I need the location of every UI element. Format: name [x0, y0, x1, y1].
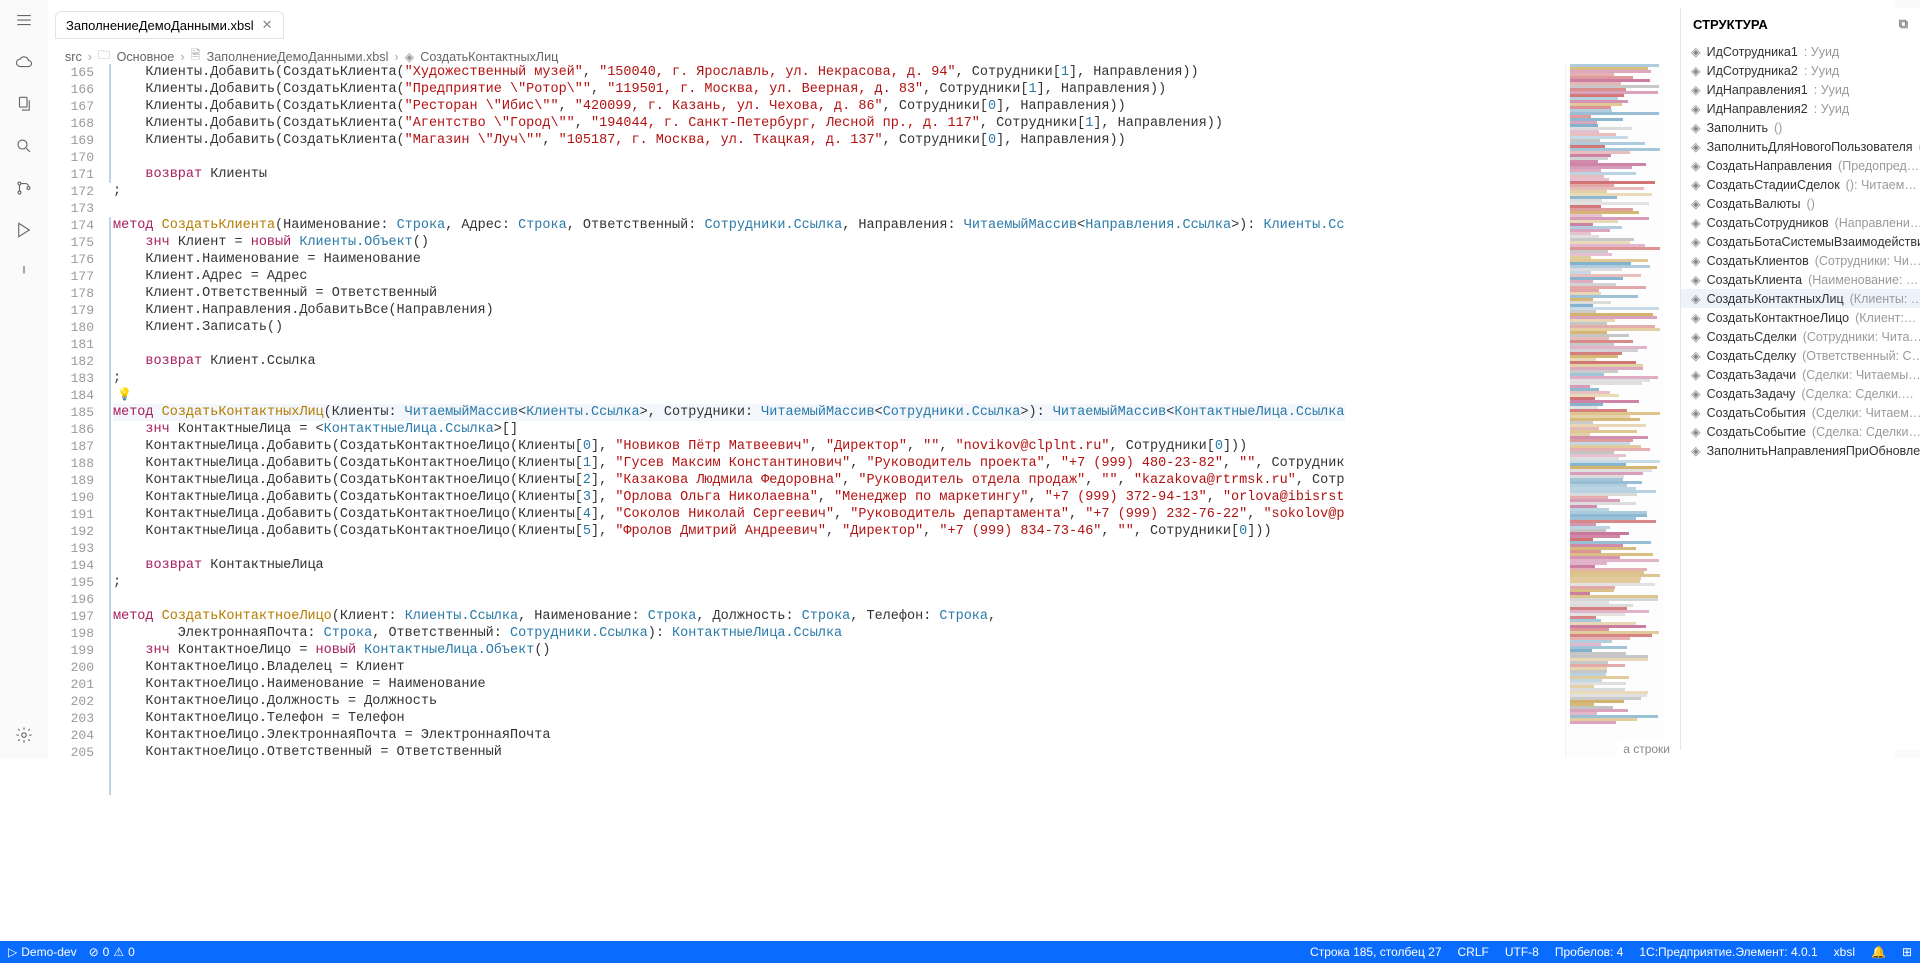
structure-item[interactable]: ◈СоздатьСобытие (Сделка: Сделки… — [1681, 422, 1920, 441]
structure-item[interactable]: ◈Заполнить () — [1681, 118, 1920, 137]
tab-file[interactable]: ЗаполнениеДемоДанными.xbsl ✕ — [55, 11, 284, 39]
symbol-icon: ◈ — [1691, 234, 1701, 249]
status-bar: ▷ Demo-dev ⊘ 0 ⚠ 0 Строка 185, столбец 2… — [0, 941, 1920, 963]
symbol-icon: ◈ — [1691, 424, 1701, 439]
structure-item[interactable]: ◈ЗаполнитьДляНовогоПользователя (… — [1681, 137, 1920, 156]
structure-list: ◈ИдСотрудника1 : Ууид◈ИдСотрудника2 : Уу… — [1681, 40, 1920, 462]
structure-item[interactable]: ◈СоздатьЗадачи (Сделки: Читаемы… — [1681, 365, 1920, 384]
structure-item[interactable]: ◈ЗаполнитьНаправленияПриОбновлен — [1681, 441, 1920, 460]
settings-icon[interactable] — [12, 723, 36, 747]
close-icon[interactable]: ✕ — [262, 17, 273, 33]
cloud-icon[interactable] — [12, 50, 36, 74]
symbol-icon: ◈ — [1691, 120, 1701, 135]
symbol-icon: ◈ — [1691, 44, 1701, 59]
menu-icon[interactable] — [12, 8, 36, 32]
structure-item[interactable]: ◈СоздатьЗадачу (Сделка: Сделки.… — [1681, 384, 1920, 403]
lightbulb-icon[interactable]: 💡 — [117, 387, 132, 404]
structure-item[interactable]: ◈ИдСотрудника1 : Ууид — [1681, 42, 1920, 61]
branch-button[interactable]: ▷ Demo-dev — [8, 945, 77, 959]
symbol-icon: ◈ — [1691, 291, 1701, 306]
symbol-icon: ◈ — [1691, 215, 1701, 230]
tab-label: ЗаполнениеДемоДанными.xbsl — [66, 18, 254, 33]
structure-item[interactable]: ◈ИдНаправления1 : Ууид — [1681, 80, 1920, 99]
minimap[interactable] — [1565, 64, 1663, 758]
search-icon[interactable] — [12, 134, 36, 158]
eol-button[interactable]: CRLF — [1458, 945, 1489, 959]
structure-item[interactable]: ◈СоздатьСделки (Сотрудники: Чита… — [1681, 327, 1920, 346]
layout-icon[interactable]: ⊞ — [1902, 945, 1912, 959]
symbol-icon: ◈ — [1691, 63, 1701, 78]
breadcrumb-item[interactable]: ЗаполнениеДемоДанными.xbsl — [207, 50, 389, 64]
editor-tabs: ЗаполнениеДемоДанными.xbsl ✕ — [55, 10, 284, 40]
files-icon[interactable] — [12, 92, 36, 116]
structure-item[interactable]: ◈СоздатьКонтактноеЛицо (Клиент:… — [1681, 308, 1920, 327]
symbol-icon: ◈ — [1691, 177, 1701, 192]
symbol-icon: ◈ — [1691, 139, 1701, 154]
symbol-icon: ◈ — [1691, 329, 1701, 344]
symbol-icon: ◈ — [1691, 101, 1701, 116]
encoding-button[interactable]: UTF-8 — [1505, 945, 1539, 959]
line-gutter: 1651661671681691701711721731741751761771… — [55, 64, 110, 761]
method-icon: ◈ — [405, 49, 415, 64]
debug-icon[interactable] — [12, 218, 36, 242]
symbol-icon: ◈ — [1691, 443, 1701, 458]
structure-item[interactable]: ◈ИдНаправления2 : Ууид — [1681, 99, 1920, 118]
structure-item[interactable]: ◈СоздатьСделку (Ответственный: С… — [1681, 346, 1920, 365]
breadcrumb-item[interactable]: src — [65, 50, 82, 64]
breadcrumb-item[interactable]: СоздатьКонтактныхЛиц — [420, 50, 558, 64]
code-editor[interactable]: 1651661671681691701711721731741751761771… — [55, 64, 1160, 758]
platform-label[interactable]: 1С:Предприятие.Элемент: 4.0.1 — [1639, 945, 1817, 959]
structure-item[interactable]: ◈СоздатьНаправления (Предопред… — [1681, 156, 1920, 175]
spaces-button[interactable]: Пробелов: 4 — [1555, 945, 1624, 959]
structure-item[interactable]: ◈СоздатьВалюты () — [1681, 194, 1920, 213]
structure-item[interactable]: ◈СоздатьКлиентов (Сотрудники: Чи… — [1681, 251, 1920, 270]
symbol-icon: ◈ — [1691, 196, 1701, 211]
structure-item[interactable]: ◈СоздатьСобытия (Сделки: Читаем… — [1681, 403, 1920, 422]
structure-item[interactable]: ◈СоздатьКонтактныхЛиц (Клиенты: … — [1681, 289, 1920, 308]
symbol-icon: ◈ — [1691, 348, 1701, 363]
symbol-icon: ◈ — [1691, 367, 1701, 382]
symbol-icon: ◈ — [1691, 386, 1701, 401]
structure-item[interactable]: ◈СоздатьСотрудников (Направлени… — [1681, 213, 1920, 232]
structure-item[interactable]: ◈СоздатьКлиента (Наименование: … — [1681, 270, 1920, 289]
lang-label[interactable]: xbsl — [1834, 945, 1855, 959]
symbol-icon: ◈ — [1691, 405, 1701, 420]
git-icon[interactable] — [12, 176, 36, 200]
structure-item[interactable]: ◈СоздатьСтадииСделок (): Читаем… — [1681, 175, 1920, 194]
structure-item[interactable]: ◈СоздатьБотаСистемыВзаимодействия — [1681, 232, 1920, 251]
warning-icon[interactable] — [12, 260, 36, 284]
structure-panel: СТРУКТУРА ⧉ ◈ИдСотрудника1 : Ууид◈ИдСотр… — [1680, 8, 1920, 750]
symbol-icon: ◈ — [1691, 272, 1701, 287]
bell-icon[interactable]: 🔔 — [1871, 945, 1886, 959]
breadcrumb-item[interactable]: Основное — [117, 50, 175, 64]
symbol-icon: ◈ — [1691, 158, 1701, 173]
symbol-icon: ◈ — [1691, 253, 1701, 268]
row-hint: а строки — [1617, 740, 1676, 758]
problems-button[interactable]: ⊘ 0 ⚠ 0 — [89, 945, 135, 959]
symbol-icon: ◈ — [1691, 82, 1701, 97]
code-area[interactable]: Клиенты.Добавить(СоздатьКлиента("Художес… — [113, 64, 1345, 761]
cursor-pos[interactable]: Строка 185, столбец 27 — [1310, 945, 1441, 959]
structure-title: СТРУКТУРА — [1693, 17, 1768, 32]
restore-icon[interactable]: ⧉ — [1899, 16, 1908, 32]
structure-item[interactable]: ◈ИдСотрудника2 : Ууид — [1681, 61, 1920, 80]
symbol-icon: ◈ — [1691, 310, 1701, 325]
activity-bar — [0, 0, 48, 759]
